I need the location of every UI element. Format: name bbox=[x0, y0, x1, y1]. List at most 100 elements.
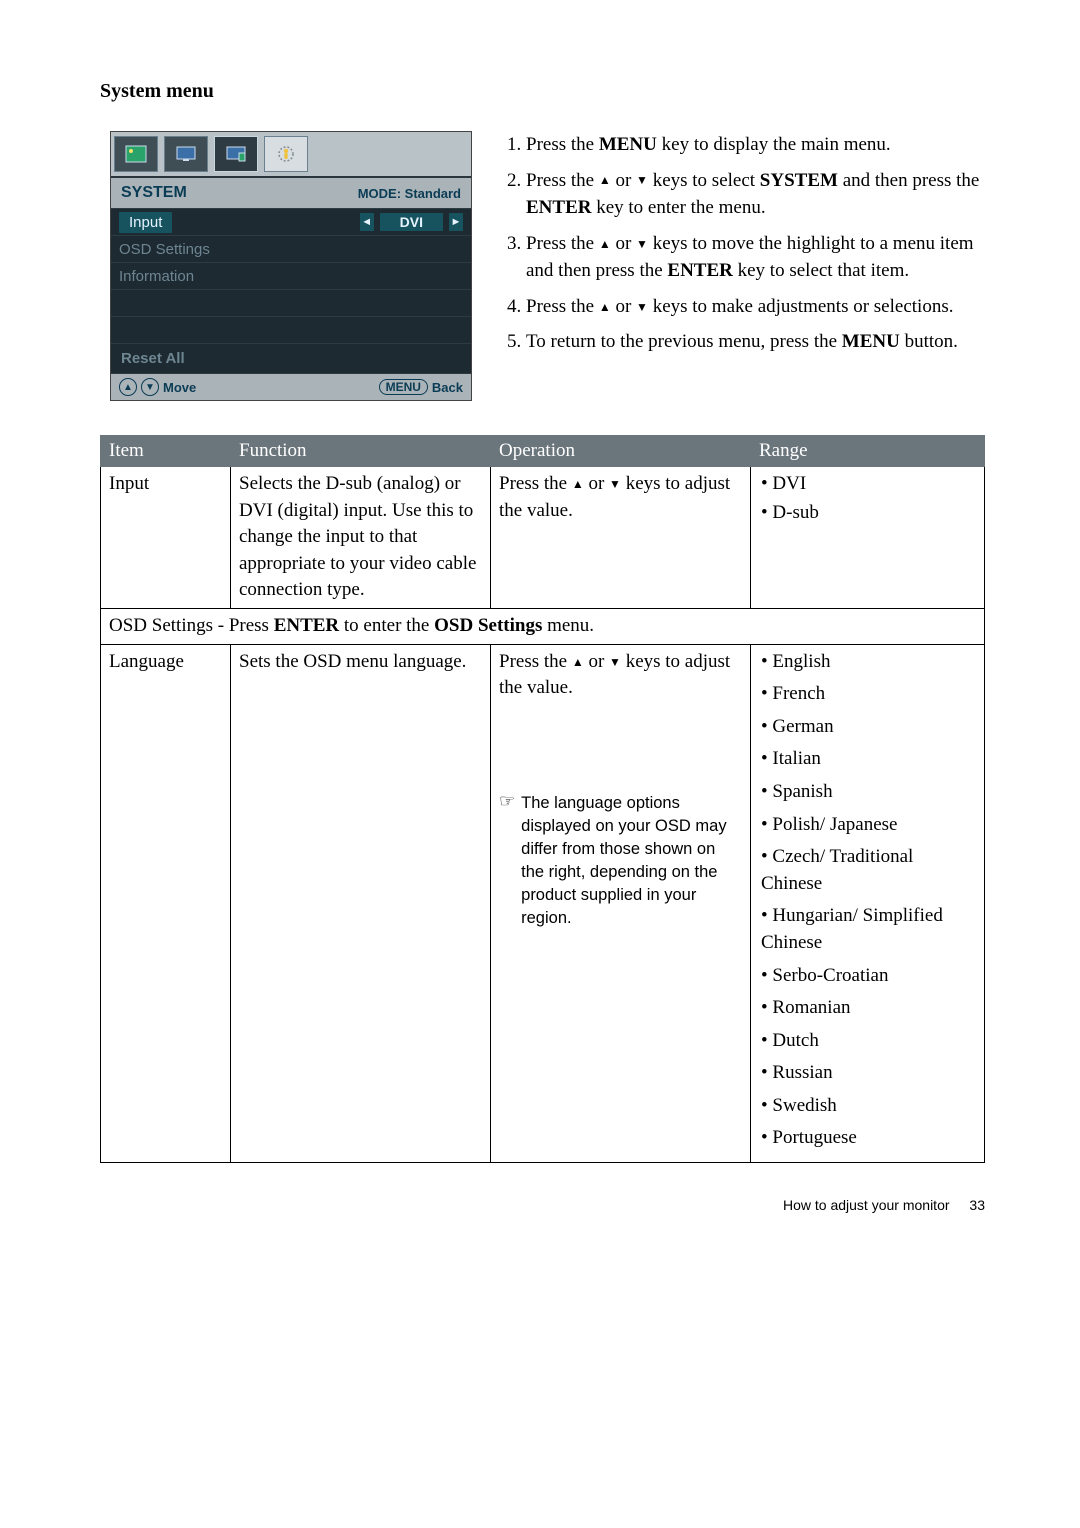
range-value: • Serbo-Croatian bbox=[761, 963, 976, 990]
menu-key-icon: MENU bbox=[379, 379, 428, 395]
osd-footer: ▲ ▼ Move MENU Back bbox=[111, 374, 471, 400]
osd-empty-row bbox=[111, 316, 471, 343]
down-arrow-icon: ▼ bbox=[636, 299, 648, 316]
table-row-input: Input Selects the D-sub (analog) or DVI … bbox=[101, 467, 985, 609]
instruction-step-3: Press the ▲ or ▼ keys to move the highli… bbox=[526, 230, 985, 285]
osd-tab-display-icon bbox=[164, 136, 208, 172]
text: and then press the bbox=[838, 170, 979, 191]
menu-key-text: MENU bbox=[599, 134, 657, 155]
up-arrow-icon: ▲ bbox=[599, 299, 611, 316]
osd-header: SYSTEM MODE: Standard bbox=[111, 178, 471, 208]
right-arrow-icon: ► bbox=[449, 213, 463, 231]
osd-input-value: DVI bbox=[380, 213, 443, 231]
left-arrow-icon: ◄ bbox=[360, 213, 374, 231]
range-value: • Polish/ Japanese bbox=[761, 812, 976, 839]
osd-tab-row bbox=[111, 132, 471, 178]
instruction-step-2: Press the ▲ or ▼ keys to select SYSTEM a… bbox=[526, 167, 985, 222]
up-arrow-icon: ▲ bbox=[572, 654, 584, 671]
osd-reset-all: Reset All bbox=[111, 343, 471, 374]
down-arrow-icon: ▼ bbox=[609, 476, 621, 493]
osd-item-label: OSD Settings bbox=[119, 241, 210, 258]
col-function: Function bbox=[231, 436, 491, 467]
osd-item-osd-settings: OSD Settings bbox=[111, 235, 471, 262]
range-value: • German bbox=[761, 714, 976, 741]
enter-key-text: ENTER bbox=[667, 260, 732, 281]
text: key to enter the menu. bbox=[591, 197, 765, 218]
cell-range: • English• French• German• Italian• Span… bbox=[751, 644, 985, 1163]
osd-footer-move: Move bbox=[163, 380, 196, 395]
cell-operation: Press the ▲ or ▼ keys to adjust the valu… bbox=[491, 467, 751, 609]
osd-footer-back: Back bbox=[432, 380, 463, 395]
col-range: Range bbox=[751, 436, 985, 467]
instruction-step-5: To return to the previous menu, press th… bbox=[526, 328, 985, 356]
text: keys to select bbox=[648, 170, 760, 191]
osd-menu-list: Input ◄ DVI ► OSD Settings Information bbox=[111, 208, 471, 343]
osd-tab-picture-icon bbox=[114, 136, 158, 172]
range-value: • Hungarian/ Simplified Chinese bbox=[761, 903, 976, 956]
footer-text: How to adjust your monitor bbox=[783, 1197, 950, 1213]
enter-key-text: ENTER bbox=[526, 197, 591, 218]
table-header-row: Item Function Operation Range bbox=[101, 436, 985, 467]
section-title: System menu bbox=[100, 80, 985, 103]
up-arrow-icon: ▲ bbox=[599, 236, 611, 253]
text: key to display the main menu. bbox=[657, 134, 891, 155]
text: or bbox=[584, 473, 609, 494]
top-section: SYSTEM MODE: Standard Input ◄ DVI ► OSD … bbox=[100, 131, 985, 401]
osd-item-input: Input ◄ DVI ► bbox=[111, 208, 471, 235]
enter-key-text: ENTER bbox=[274, 615, 339, 636]
range-value: • English bbox=[761, 649, 976, 676]
page-footer: How to adjust your monitor 33 bbox=[100, 1197, 985, 1213]
range-value: • Russian bbox=[761, 1060, 976, 1087]
instruction-step-1: Press the MENU key to display the main m… bbox=[526, 131, 985, 159]
osd-mode-label: MODE: Standard bbox=[358, 186, 461, 201]
up-arrow-icon: ▲ bbox=[599, 172, 611, 189]
range-value: • Czech/ Traditional Chinese bbox=[761, 844, 976, 897]
instructions-list: Press the MENU key to display the main m… bbox=[502, 131, 985, 401]
down-key-icon: ▼ bbox=[141, 378, 159, 396]
note-hand-icon: ☞ bbox=[499, 792, 515, 810]
up-key-icon: ▲ bbox=[119, 378, 137, 396]
range-value: • Portuguese bbox=[761, 1125, 976, 1152]
text: menu. bbox=[542, 615, 594, 636]
text: Press the bbox=[526, 134, 599, 155]
text: Press the bbox=[526, 170, 599, 191]
text: key to select that item. bbox=[733, 260, 909, 281]
system-text: SYSTEM bbox=[760, 170, 838, 191]
range-value: • DVI bbox=[761, 471, 976, 498]
cell-function: Sets the OSD menu language. bbox=[231, 644, 491, 1163]
text: or bbox=[584, 651, 609, 672]
osd-item-information: Information bbox=[111, 262, 471, 289]
text: or bbox=[611, 170, 636, 191]
text: Press the bbox=[499, 473, 572, 494]
range-value: • Swedish bbox=[761, 1093, 976, 1120]
col-item: Item bbox=[101, 436, 231, 467]
col-operation: Operation bbox=[491, 436, 751, 467]
text: To return to the previous menu, press th… bbox=[526, 331, 842, 352]
text: button. bbox=[900, 331, 958, 352]
osd-empty-row bbox=[111, 289, 471, 316]
range-value: • Italian bbox=[761, 746, 976, 773]
cell-function: Selects the D-sub (analog) or DVI (digit… bbox=[231, 467, 491, 609]
page: System menu SYSTEM MODE: Standard bbox=[0, 0, 1080, 1253]
text: to enter the bbox=[339, 615, 434, 636]
text: or bbox=[611, 296, 636, 317]
range-value: • D-sub bbox=[761, 500, 976, 527]
down-arrow-icon: ▼ bbox=[636, 172, 648, 189]
instruction-step-4: Press the ▲ or ▼ keys to make adjustment… bbox=[526, 293, 985, 321]
table-row-language: Language Sets the OSD menu language. Pre… bbox=[101, 644, 985, 1163]
down-arrow-icon: ▼ bbox=[636, 236, 648, 253]
cell-osd-note: OSD Settings - Press ENTER to enter the … bbox=[101, 608, 985, 644]
range-value: • Dutch bbox=[761, 1028, 976, 1055]
table-row-osd-settings-note: OSD Settings - Press ENTER to enter the … bbox=[101, 608, 985, 644]
text: Press the bbox=[526, 233, 599, 254]
text: or bbox=[611, 233, 636, 254]
osd-settings-text: OSD Settings bbox=[434, 615, 542, 636]
page-number: 33 bbox=[969, 1197, 985, 1213]
text: Press the bbox=[499, 651, 572, 672]
language-note: ☞ The language options displayed on your… bbox=[499, 792, 742, 931]
osd-item-label: Information bbox=[119, 268, 194, 285]
note-text: The language options displayed on your O… bbox=[521, 792, 742, 931]
range-value: • French bbox=[761, 681, 976, 708]
up-arrow-icon: ▲ bbox=[572, 476, 584, 493]
menu-key-text: MENU bbox=[842, 331, 900, 352]
